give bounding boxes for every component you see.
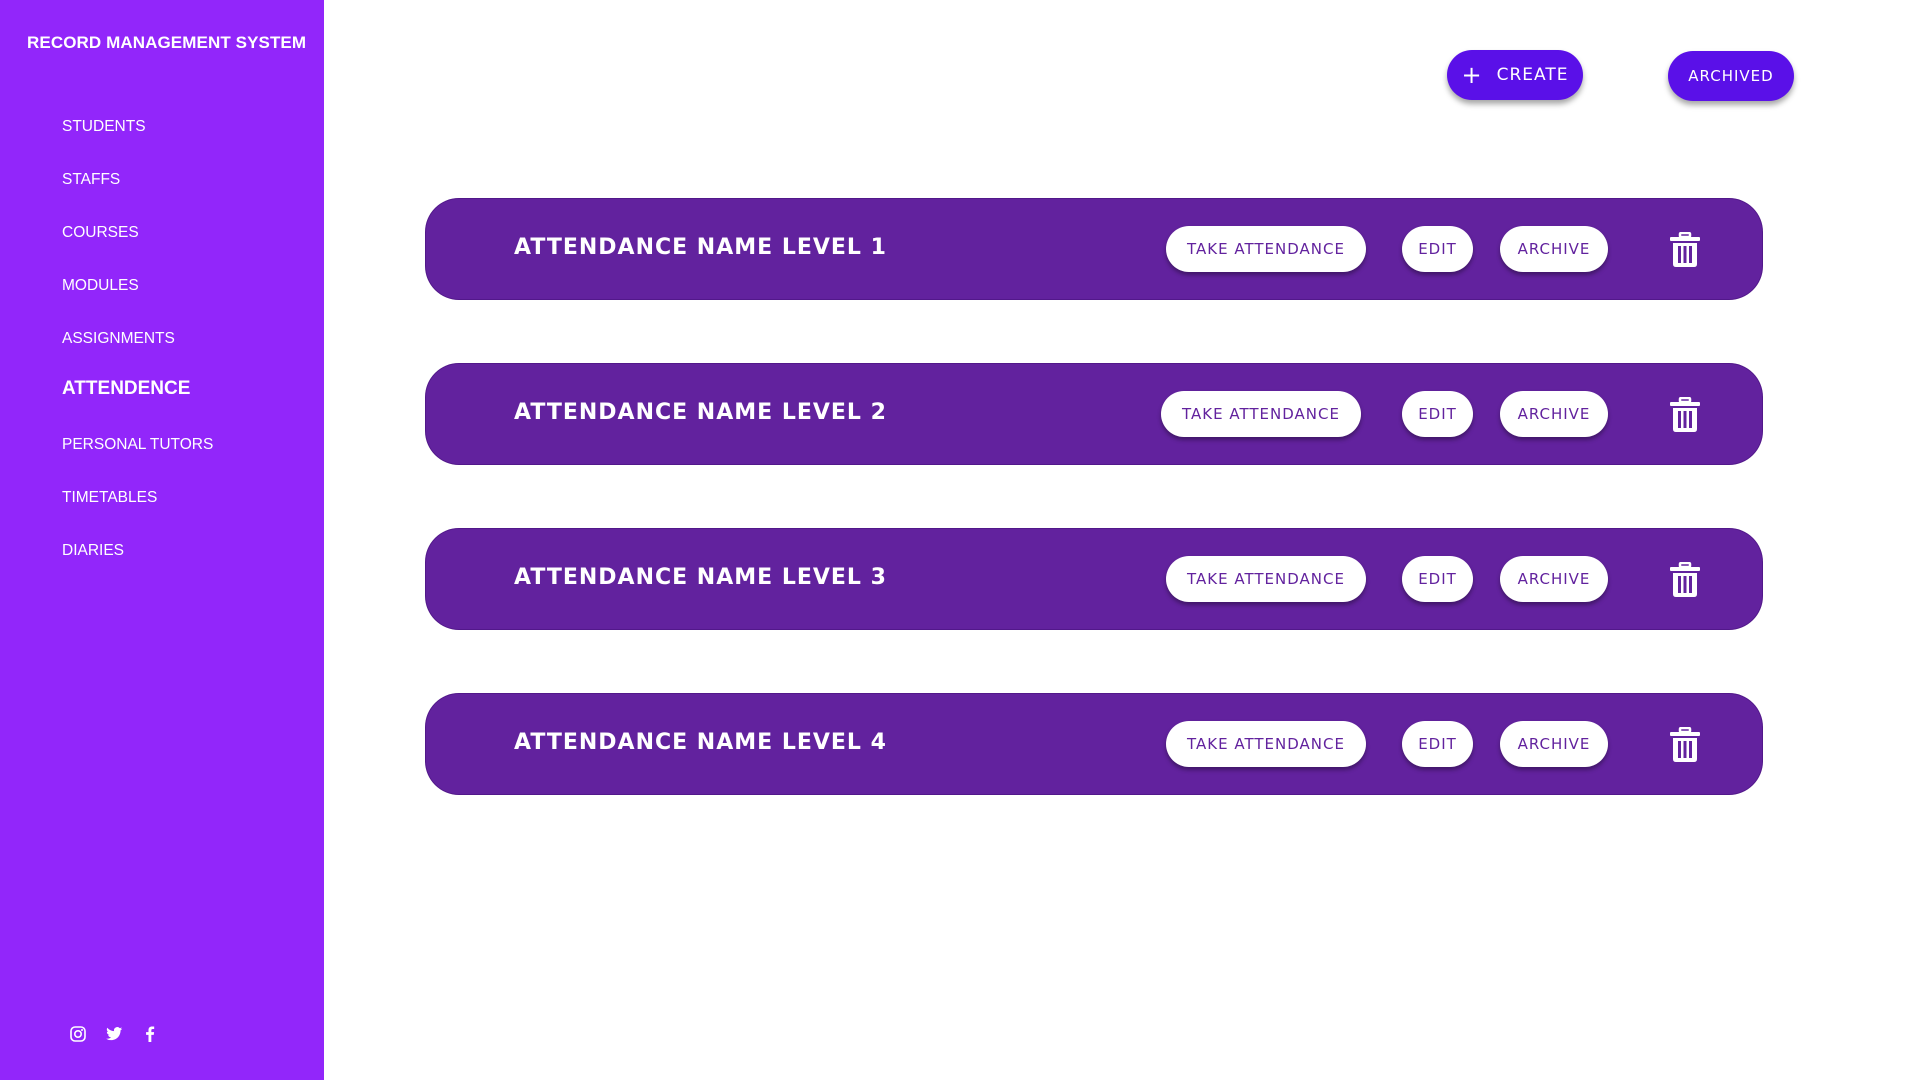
facebook-icon[interactable] xyxy=(141,1025,159,1043)
edit-button[interactable]: EDIT xyxy=(1402,721,1473,767)
sidebar-item-staffs[interactable]: STAFFS xyxy=(62,170,213,223)
sidebar-item-personal-tutors[interactable]: PERSONAL TUTORS xyxy=(62,435,213,488)
trash-icon[interactable] xyxy=(1668,231,1702,268)
social-links xyxy=(69,1025,159,1043)
attendance-title: ATTENDANCE NAME LEVEL 4 xyxy=(514,730,887,755)
sidebar-item-courses[interactable]: COURSES xyxy=(62,223,213,276)
archive-button[interactable]: ARCHIVE xyxy=(1500,226,1608,272)
attendance-card: ATTENDANCE NAME LEVEL 4 TAKE ATTENDANCE … xyxy=(426,694,1762,794)
attendance-title: ATTENDANCE NAME LEVEL 2 xyxy=(514,400,887,425)
sidebar-item-modules[interactable]: MODULES xyxy=(62,276,213,329)
create-button[interactable]: + CREATE xyxy=(1447,50,1583,100)
take-attendance-button[interactable]: TAKE ATTENDANCE xyxy=(1161,391,1361,437)
attendance-card: ATTENDANCE NAME LEVEL 2 TAKE ATTENDANCE … xyxy=(426,364,1762,464)
attendance-list: ATTENDANCE NAME LEVEL 1 TAKE ATTENDANCE … xyxy=(426,199,1762,859)
take-attendance-button[interactable]: TAKE ATTENDANCE xyxy=(1166,226,1366,272)
attendance-title: ATTENDANCE NAME LEVEL 3 xyxy=(514,565,887,590)
trash-icon[interactable] xyxy=(1668,396,1702,433)
attendance-card: ATTENDANCE NAME LEVEL 1 TAKE ATTENDANCE … xyxy=(426,199,1762,299)
take-attendance-button[interactable]: TAKE ATTENDANCE xyxy=(1166,721,1366,767)
attendance-card: ATTENDANCE NAME LEVEL 3 TAKE ATTENDANCE … xyxy=(426,529,1762,629)
app-title: RECORD MANAGEMENT SYSTEM xyxy=(27,33,307,52)
archived-button[interactable]: ARCHIVED xyxy=(1668,51,1794,101)
sidebar-item-diaries[interactable]: DIARIES xyxy=(62,541,213,594)
create-button-label: CREATE xyxy=(1496,65,1569,85)
edit-button[interactable]: EDIT xyxy=(1402,391,1473,437)
archive-button[interactable]: ARCHIVE xyxy=(1500,391,1608,437)
plus-icon: + xyxy=(1461,61,1483,89)
twitter-icon[interactable] xyxy=(105,1025,123,1043)
instagram-icon[interactable] xyxy=(69,1025,87,1043)
edit-button[interactable]: EDIT xyxy=(1402,226,1473,272)
archive-button[interactable]: ARCHIVE xyxy=(1500,556,1608,602)
take-attendance-button[interactable]: TAKE ATTENDANCE xyxy=(1166,556,1366,602)
sidebar-nav: STUDENTS STAFFS COURSES MODULES ASSIGNME… xyxy=(62,117,213,594)
sidebar-item-attendence[interactable]: ATTENDENCE xyxy=(62,379,213,435)
sidebar: RECORD MANAGEMENT SYSTEM STUDENTS STAFFS… xyxy=(0,0,324,1080)
attendance-title: ATTENDANCE NAME LEVEL 1 xyxy=(514,235,887,260)
archived-button-label: ARCHIVED xyxy=(1688,67,1774,85)
app-root: RECORD MANAGEMENT SYSTEM STUDENTS STAFFS… xyxy=(0,0,1920,1080)
sidebar-item-timetables[interactable]: TIMETABLES xyxy=(62,488,213,541)
sidebar-item-students[interactable]: STUDENTS xyxy=(62,117,213,170)
sidebar-item-assignments[interactable]: ASSIGNMENTS xyxy=(62,329,213,382)
edit-button[interactable]: EDIT xyxy=(1402,556,1473,602)
archive-button[interactable]: ARCHIVE xyxy=(1500,721,1608,767)
trash-icon[interactable] xyxy=(1668,561,1702,598)
trash-icon[interactable] xyxy=(1668,726,1702,763)
